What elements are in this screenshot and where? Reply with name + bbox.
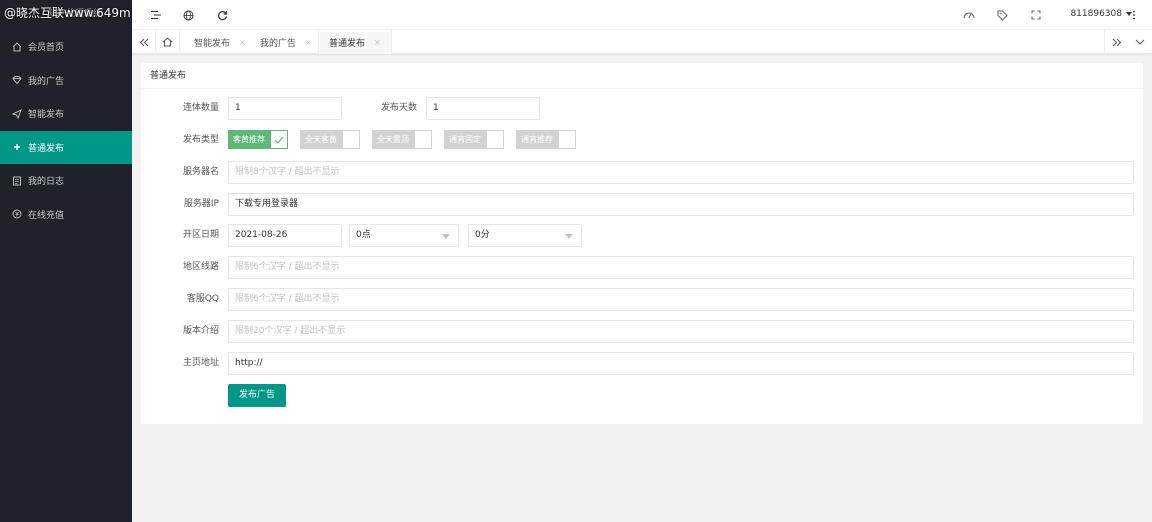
tab-home-icon[interactable] [156,30,180,54]
homepage-label: 主页地址 [182,358,219,368]
tab-close-icon[interactable]: × [305,38,312,47]
logo: 知产代理系统 @晓杰互联www.649m [0,0,132,30]
minute-select-value: 0分 [475,230,490,240]
version-label: 版本介绍 [182,326,219,336]
server-name-input[interactable]: 限制8个汉字 / 超出不显示 [228,161,1134,184]
sidebar-item-label: 普通发布 [28,143,65,154]
open-date-label: 开区日期 [182,230,219,240]
sidebar-item-my-log[interactable]: 我的日志 [0,164,132,198]
plus-icon [12,142,22,152]
type-option-label: 通宵固定 [444,130,486,149]
type-option-label: 全天客黄 [300,130,342,149]
theme-icon[interactable] [963,9,975,21]
more-vertical-icon[interactable] [1128,9,1140,21]
sidebar-item-recharge[interactable]: 在线充值 [0,198,132,232]
qq-label: 客服QQ [186,294,219,304]
sidebar: 知产代理系统 @晓杰互联www.649m 会员首页 我的广告 智能发布 普通发布… [0,0,132,522]
recharge-icon [12,209,22,219]
version-input[interactable]: 限制20个汉字 / 超出不显示 [228,320,1134,343]
tab-close-icon[interactable]: × [374,38,381,47]
form-row-server-name: 服务器名 限制8个汉字 / 超出不显示 [141,161,1143,184]
log-icon [12,176,22,186]
menu-toggle-icon[interactable] [150,9,162,21]
form-row-version: 版本介绍 限制20个汉字 / 超出不显示 [141,320,1143,343]
username: 811896308 [1070,9,1122,19]
form-row-count: 连体数量 1 发布天数 1 [141,97,1143,120]
region-label: 地区线路 [182,262,219,272]
type-checkbox-4[interactable]: 通宵固定 [444,130,504,149]
tab-scroll-right-icon[interactable] [1104,30,1128,54]
server-ip-input[interactable]: 下载专用登录器 [228,193,1134,216]
checkbox-empty-icon [342,130,360,149]
region-input[interactable]: 限制6个汉字 / 超出不显示 [228,256,1134,279]
checkbox-empty-icon [414,130,432,149]
globe-icon[interactable] [182,9,194,21]
form-row-qq: 客服QQ 限制6个汉字 / 超出不显示 [141,288,1143,311]
checkbox-empty-icon [558,130,576,149]
form-row-region: 地区线路 限制6个汉字 / 超出不显示 [141,256,1143,279]
sidebar-item-smart-publish[interactable]: 智能发布 [0,97,132,131]
type-option-label: 全天置顶 [372,130,414,149]
checkbox-empty-icon [486,130,504,149]
sidebar-item-my-ads[interactable]: 我的广告 [0,64,132,98]
sidebar-item-label: 我的广告 [28,76,65,87]
open-date-input[interactable]: 2021-08-26 [228,224,342,247]
form-row-server-ip: 服务器IP 下载专用登录器 [141,193,1143,216]
select-arrow-icon [565,234,573,239]
sidebar-item-home[interactable]: 会员首页 [0,30,132,64]
publish-form-card: 普通发布 连体数量 1 发布天数 1 发布类型 客黄推荐 全天客黄 全天置顶 通… [141,63,1143,424]
server-name-label: 服务器名 [182,167,219,177]
tag-icon[interactable] [996,9,1008,21]
hour-select[interactable]: 0点 [349,224,459,247]
form-row-type: 发布类型 客黄推荐 全天客黄 全天置顶 通宵固定 通宵推荐 [141,129,1143,152]
count-input[interactable]: 1 [228,97,342,120]
publish-ad-button[interactable]: 发布广告 [228,384,287,407]
tab-normal-publish[interactable]: 普通发布 × [318,30,392,54]
top-header: 811896308 [132,0,1152,30]
sidebar-item-label: 在线充值 [28,210,65,221]
home-icon [12,42,22,52]
type-checkbox-2[interactable]: 全天客黄 [300,130,360,149]
select-arrow-icon [442,234,450,239]
server-ip-label: 服务器IP [183,199,219,209]
diamond-icon [12,75,22,85]
tab-label: 智能发布 [194,38,231,49]
tab-label: 普通发布 [329,38,366,49]
tab-scroll-left-icon[interactable] [132,30,156,54]
checkmark-icon [270,130,288,149]
minute-select[interactable]: 0分 [468,224,582,247]
sidebar-item-label: 智能发布 [28,110,65,121]
tab-close-icon[interactable]: × [239,38,246,47]
days-input[interactable]: 1 [426,97,540,120]
user-menu[interactable]: 811896308 [1070,9,1132,19]
count-label: 连体数量 [182,103,219,113]
type-option-label: 通宵推荐 [516,130,558,149]
sidebar-item-normal-publish[interactable]: 普通发布 [0,130,132,164]
type-option-label: 客黄推荐 [228,130,270,149]
hour-select-value: 0点 [356,230,371,240]
sidebar-item-label: 我的日志 [28,177,65,188]
refresh-icon[interactable] [216,9,228,21]
sidebar-nav: 会员首页 我的广告 智能发布 普通发布 我的日志 在线充值 [0,30,132,231]
tab-my-ads[interactable]: 我的广告 × [250,30,322,54]
card-title: 普通发布 [141,63,1143,89]
form-row-homepage: 主页地址 http:// [141,352,1143,375]
days-label: 发布天数 [380,103,417,113]
form-row-open-date: 开区日期 2021-08-26 0点 0分 [141,224,1143,247]
type-checkbox-1[interactable]: 客黄推荐 [228,130,288,149]
tab-bar: 智能发布 × 我的广告 × 普通发布 × [132,30,1152,54]
tab-label: 我的广告 [260,38,297,49]
homepage-input[interactable]: http:// [228,352,1134,375]
tab-smart-publish[interactable]: 智能发布 × [184,30,256,54]
qq-input[interactable]: 限制6个汉字 / 超出不显示 [228,288,1134,311]
fullscreen-icon[interactable] [1030,9,1042,21]
watermark: @晓杰互联www.649m [4,6,131,20]
type-checkbox-3[interactable]: 全天置顶 [372,130,432,149]
type-checkbox-5[interactable]: 通宵推荐 [516,130,576,149]
type-label: 发布类型 [182,135,219,145]
sidebar-item-label: 会员首页 [28,43,65,54]
send-icon [12,108,22,119]
tab-dropdown-icon[interactable] [1128,30,1152,54]
